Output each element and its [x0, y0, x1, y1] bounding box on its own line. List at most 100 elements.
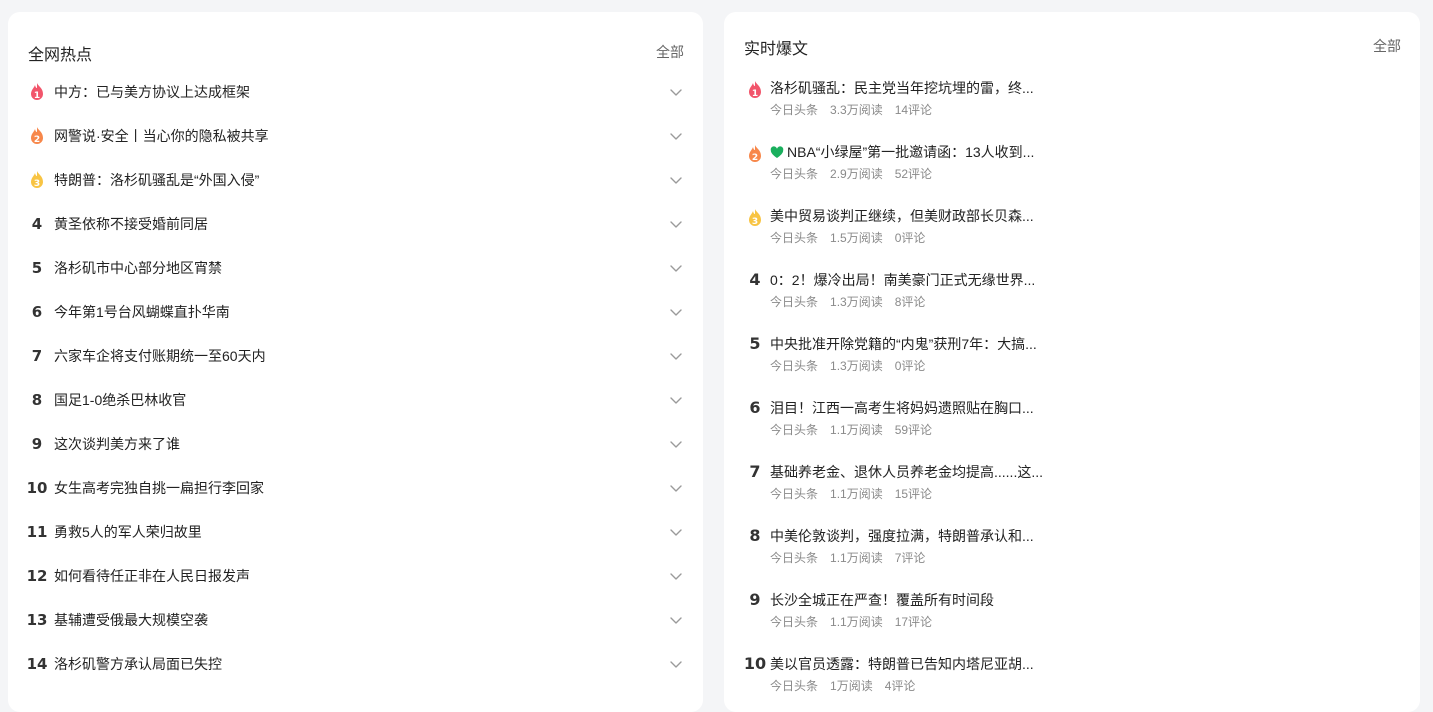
article-title-text[interactable]: 泪目！江西一高考生将妈妈遗照贴在胸口... — [770, 400, 1034, 416]
article-title[interactable]: 泪目！江西一高考生将妈妈遗照贴在胸口... — [770, 398, 1034, 418]
rank-badge: 6 — [746, 398, 764, 417]
hot-topic-item[interactable]: 11 勇救5人的军人荣归故里 — [8, 510, 703, 554]
chevron-down-icon[interactable] — [669, 85, 683, 99]
article-source: 今日头条 — [770, 167, 819, 181]
hot-topic-item[interactable]: 5 洛杉矶市中心部分地区宵禁 — [8, 246, 703, 290]
hot-topic-title[interactable]: 这次谈判美方来了谁 — [54, 434, 180, 454]
hot-topic-title[interactable]: 今年第1号台风蝴蝶直扑华南 — [54, 302, 230, 322]
hot-topic-title[interactable]: 基辅遭受俄最大规模空袭 — [54, 610, 208, 630]
chevron-down-icon[interactable] — [669, 437, 683, 451]
hot-topic-title[interactable]: 洛杉矶市中心部分地区宵禁 — [54, 258, 222, 278]
article-item[interactable]: 7 基础养老金、退休人员养老金均提高......这... 今日头条 1.1万阅读 15评… — [724, 456, 1420, 520]
chevron-down-icon[interactable] — [669, 129, 683, 143]
rank-number: 4 — [31, 215, 43, 233]
rank-number: 7 — [749, 462, 761, 481]
hot-topic-item[interactable]: 6 今年第1号台风蝴蝶直扑华南 — [8, 290, 703, 334]
rank-badge: 2 — [746, 144, 764, 164]
hot-topic-item[interactable]: 13 基辅遭受俄最大规模空袭 — [8, 598, 703, 642]
article-title-text[interactable]: 中美伦敦谈判，强度拉满，特朗普承认和... — [770, 528, 1034, 544]
chevron-down-icon[interactable] — [669, 217, 683, 231]
article-title-text[interactable]: 0：2！爆冷出局！南美豪门正式无缘世界... — [770, 272, 1035, 288]
comment-count: 0评论 — [894, 359, 926, 373]
read-count: 1.1万阅读 — [830, 615, 883, 629]
article-item[interactable]: 5 中央批准开除党籍的“内鬼”获刑7年：大搞... 今日头条 1.3万阅读 0评论 — [724, 328, 1420, 392]
read-count: 2.9万阅读 — [830, 167, 883, 181]
rank-badge: 1 — [14, 82, 60, 102]
article-title[interactable]: 中央批准开除党籍的“内鬼”获刑7年：大搞... — [770, 334, 1037, 354]
hot-topic-title[interactable]: 如何看待任正非在人民日报发声 — [54, 566, 250, 586]
rank-badge: 3 — [14, 170, 60, 190]
hot-topic-item[interactable]: 10 女生高考完独自挑一扁担行李回家 — [8, 466, 703, 510]
hot-topic-title[interactable]: 国足1-0绝杀巴林收官 — [54, 390, 186, 410]
rank-flame-icon: 1 — [31, 83, 43, 101]
chevron-down-icon[interactable] — [669, 261, 683, 275]
article-meta: 今日头条 1.1万阅读 17评论 — [770, 613, 944, 630]
chevron-down-icon[interactable] — [669, 657, 683, 671]
hot-topic-title[interactable]: 六家车企将支付账期统一至60天内 — [54, 346, 266, 366]
article-title-text[interactable]: 中央批准开除党籍的“内鬼”获刑7年：大搞... — [770, 336, 1037, 352]
article-meta: 今日头条 1.1万阅读 59评论 — [770, 421, 944, 438]
hot-topic-title[interactable]: 网警说·安全丨当心你的隐私被共享 — [54, 126, 269, 146]
chevron-down-icon[interactable] — [669, 305, 683, 319]
read-count: 1万阅读 — [830, 679, 873, 693]
chevron-down-icon[interactable] — [669, 393, 683, 407]
chevron-down-icon[interactable] — [669, 613, 683, 627]
article-item[interactable]: 9 长沙全城正在严查！覆盖所有时间段 今日头条 1.1万阅读 17评论 — [724, 584, 1420, 648]
article-title-text[interactable]: 洛杉矶骚乱：民主党当年挖坑埋的雷，终... — [770, 80, 1034, 96]
hot-topic-item[interactable]: 12 如何看待任正非在人民日报发声 — [8, 554, 703, 598]
article-title-text[interactable]: 美以官员透露：特朗普已告知内塔尼亚胡... — [770, 656, 1034, 672]
rank-number: 12 — [26, 567, 48, 585]
article-title-text[interactable]: 长沙全城正在严查！覆盖所有时间段 — [770, 592, 994, 608]
chevron-down-icon[interactable] — [669, 349, 683, 363]
article-title-text[interactable]: 基础养老金、退休人员养老金均提高......这... — [770, 464, 1043, 480]
hot-topic-title[interactable]: 勇救5人的军人荣归故里 — [54, 522, 202, 542]
hot-topic-title[interactable]: 中方：已与美方协议上达成框架 — [54, 82, 250, 102]
svg-text:2: 2 — [34, 135, 40, 145]
article-item[interactable]: 8 中美伦敦谈判，强度拉满，特朗普承认和... 今日头条 1.1万阅读 7评论 — [724, 520, 1420, 584]
article-title[interactable]: 中美伦敦谈判，强度拉满，特朗普承认和... — [770, 526, 1034, 546]
article-title-text[interactable]: 美中贸易谈判正继续，但美财政部长贝森... — [770, 208, 1034, 224]
rank-number: 7 — [31, 347, 43, 365]
chevron-down-icon[interactable] — [669, 569, 683, 583]
chevron-down-icon[interactable] — [669, 525, 683, 539]
hot-topic-title[interactable]: 洛杉矶警方承认局面已失控 — [54, 654, 222, 674]
article-item[interactable]: 10 美以官员透露：特朗普已告知内塔尼亚胡... 今日头条 1万阅读 4评论 — [724, 648, 1420, 712]
article-title[interactable]: 基础养老金、退休人员养老金均提高......这... — [770, 462, 1043, 482]
hot-topic-item[interactable]: 2 网警说·安全丨当心你的隐私被共享 — [8, 114, 703, 158]
article-item[interactable]: 2 NBA“小绿屋”第一批邀请函：13人收到... 今日头条 2.9万阅读 52评论 — [724, 136, 1420, 200]
hot-topic-item[interactable]: 1 中方：已与美方协议上达成框架 — [8, 70, 703, 114]
article-item[interactable]: 6 泪目！江西一高考生将妈妈遗照贴在胸口... 今日头条 1.1万阅读 59评论 — [724, 392, 1420, 456]
hot-topic-item[interactable]: 3 特朗普：洛杉矶骚乱是“外国入侵” — [8, 158, 703, 202]
article-title[interactable]: 长沙全城正在严查！覆盖所有时间段 — [770, 590, 994, 610]
chevron-down-icon[interactable] — [669, 173, 683, 187]
article-title[interactable]: NBA“小绿屋”第一批邀请函：13人收到... — [770, 142, 1034, 162]
panel-header: 全网热点 全部 — [8, 12, 703, 64]
hot-topic-item[interactable]: 9 这次谈判美方来了谁 — [8, 422, 703, 466]
article-title[interactable]: 美中贸易谈判正继续，但美财政部长贝森... — [770, 206, 1034, 226]
hot-topic-item[interactable]: 14 洛杉矶警方承认局面已失控 — [8, 642, 703, 686]
article-title[interactable]: 美以官员透露：特朗普已告知内塔尼亚胡... — [770, 654, 1034, 674]
hot-topic-title[interactable]: 黄圣依称不接受婚前同居 — [54, 214, 208, 234]
article-item[interactable]: 3 美中贸易谈判正继续，但美财政部长贝森... 今日头条 1.5万阅读 0评论 — [724, 200, 1420, 264]
hot-topic-title[interactable]: 女生高考完独自挑一扁担行李回家 — [54, 478, 264, 498]
comment-count: 4评论 — [884, 679, 916, 693]
chevron-down-icon[interactable] — [669, 481, 683, 495]
article-item[interactable]: 1 洛杉矶骚乱：民主党当年挖坑埋的雷，终... 今日头条 3.3万阅读 14评论 — [724, 72, 1420, 136]
hot-topic-title[interactable]: 特朗普：洛杉矶骚乱是“外国入侵” — [54, 170, 259, 190]
article-title-text[interactable]: NBA“小绿屋”第一批邀请函：13人收到... — [787, 144, 1034, 160]
rank-badge: 10 — [14, 479, 60, 497]
view-all-link[interactable]: 全部 — [1373, 36, 1401, 56]
read-count: 1.1万阅读 — [830, 551, 883, 565]
hot-topic-item[interactable]: 4 黄圣依称不接受婚前同居 — [8, 202, 703, 246]
comment-count: 14评论 — [894, 103, 933, 117]
hot-topics-list: 1 中方：已与美方协议上达成框架 2 网警说·安全丨当心你的隐私被共享 3 特朗普：洛杉矶… — [8, 70, 703, 686]
hot-topic-item[interactable]: 7 六家车企将支付账期统一至60天内 — [8, 334, 703, 378]
rank-badge: 3 — [746, 208, 764, 228]
rank-badge: 8 — [14, 391, 60, 409]
article-item[interactable]: 4 0：2！爆冷出局！南美豪门正式无缘世界... 今日头条 1.3万阅读 8评论 — [724, 264, 1420, 328]
comment-count: 59评论 — [894, 423, 933, 437]
view-all-link[interactable]: 全部 — [656, 42, 684, 62]
article-title[interactable]: 0：2！爆冷出局！南美豪门正式无缘世界... — [770, 270, 1035, 290]
article-title[interactable]: 洛杉矶骚乱：民主党当年挖坑埋的雷，终... — [770, 78, 1034, 98]
hot-topic-item[interactable]: 8 国足1-0绝杀巴林收官 — [8, 378, 703, 422]
